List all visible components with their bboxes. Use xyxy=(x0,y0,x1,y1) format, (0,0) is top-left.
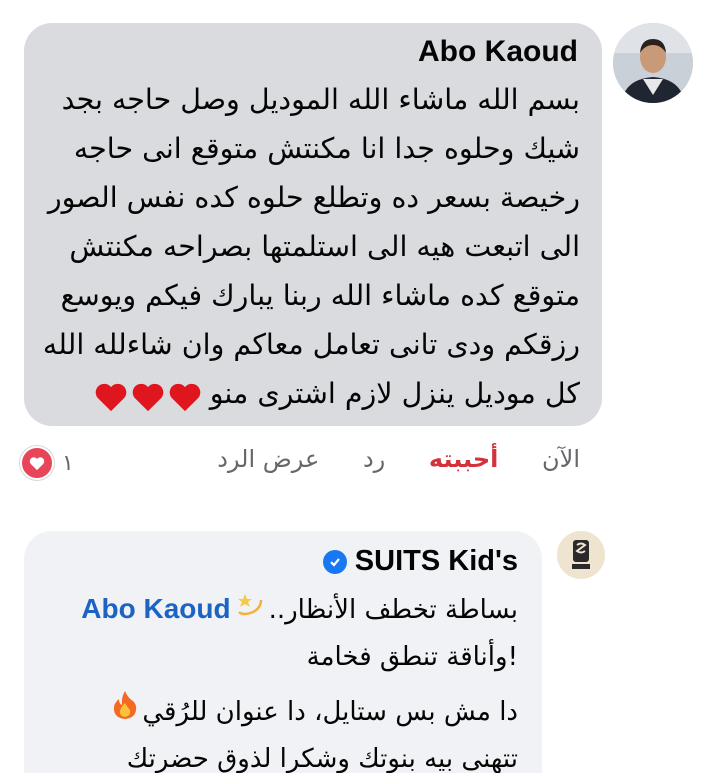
reply-line: بساطة تخطف الأنظار.. Abo Kaoud xyxy=(38,585,518,634)
page-avatar[interactable] xyxy=(557,531,605,579)
heart-reaction-icon xyxy=(20,446,54,480)
reply-line: دا مش بس ستايل، دا عنوان للرُقي xyxy=(38,689,518,736)
suits-logo-icon xyxy=(557,531,605,579)
comment-text: بسم الله ماشاء الله الموديل وصل حاجه بجد… xyxy=(42,75,580,420)
comment-actions: الآن أحببته رد عرض الرد xyxy=(217,445,580,473)
comment-time: الآن xyxy=(542,445,580,473)
view-replies-link[interactable]: عرض الرد xyxy=(217,445,319,473)
author-avatar[interactable] xyxy=(613,23,693,103)
reply-button[interactable]: رد xyxy=(363,445,385,473)
dizzy-star-emoji-icon xyxy=(235,587,265,634)
comment-line: شيك وحلوه جدا انا مكنتش متوقع انى حاجه xyxy=(73,132,580,165)
reply-text: بساطة تخطف الأنظار.. Abo Kaoud !وأناقة تن… xyxy=(38,585,518,773)
heart-emoji-icon xyxy=(132,383,164,411)
like-button[interactable]: أحببته xyxy=(429,445,498,473)
comment-author[interactable]: Abo Kaoud xyxy=(418,35,578,69)
reaction-count: ١ xyxy=(62,450,74,476)
reply-bubble: SUITS Kid's بساطة تخطف الأنظار.. Abo Kaou… xyxy=(24,531,542,773)
fire-emoji-icon xyxy=(112,689,138,736)
comment-bubble: Abo Kaoud بسم الله ماشاء الله الموديل وص… xyxy=(24,23,602,426)
comment-line: متوقع كده ماشاء الله ربنا يبارك فيكم ويو… xyxy=(60,279,580,312)
heart-emoji-icon xyxy=(95,383,127,411)
heart-emoji-icon xyxy=(169,383,201,411)
reply-author-row: SUITS Kid's xyxy=(322,545,518,578)
comment-line: رخيصة بسعر ده وتطلع حلوه كده نفس الصور xyxy=(47,181,580,214)
reply-author[interactable]: SUITS Kid's xyxy=(355,545,518,578)
comment-line: بسم الله ماشاء الله الموديل وصل حاجه بجد xyxy=(61,83,580,116)
comment-line: رزقكم ودى تانى تعامل معاكم وان شاءلله ال… xyxy=(42,328,580,361)
reply-line-text: دا مش بس ستايل، دا عنوان للرُقي xyxy=(142,697,518,727)
reply-line: !وأناقة تنطق فخامة xyxy=(306,642,518,672)
reply-line: تتهنى بيه بنوتك وشكرا لذوق حضرتك xyxy=(126,744,518,773)
reply-line-text: بساطة تخطف الأنظار.. xyxy=(268,595,518,625)
profile-photo xyxy=(613,23,693,103)
verified-badge-icon xyxy=(322,549,347,574)
comment-line-text: كل موديل ينزل لازم اشترى منو xyxy=(209,377,580,410)
comment-line-last: كل موديل ينزل لازم اشترى منو xyxy=(60,369,580,420)
reaction-summary[interactable]: ١ xyxy=(20,446,74,480)
mention-link[interactable]: Abo Kaoud xyxy=(81,593,230,624)
comments-thread: Abo Kaoud بسم الله ماشاء الله الموديل وص… xyxy=(0,0,715,773)
comment-line: الى اتبعت هيه الى استلمتها بصراحه مكنتش xyxy=(69,230,580,263)
hearts-emoji-group xyxy=(91,371,202,420)
